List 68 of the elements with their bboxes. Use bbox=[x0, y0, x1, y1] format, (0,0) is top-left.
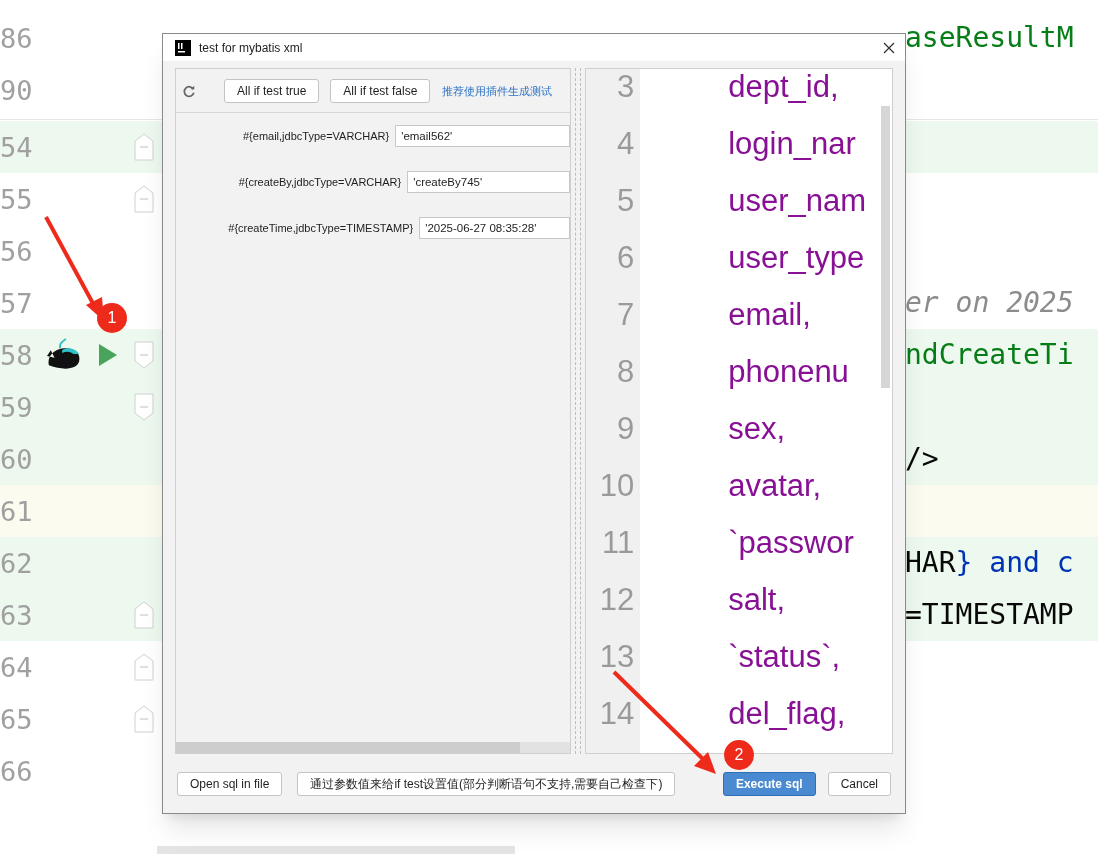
line-number: 56 bbox=[0, 237, 33, 265]
line-number: 63 bbox=[0, 601, 33, 629]
line-number: 8 bbox=[615, 354, 636, 392]
sql-text: `passwor bbox=[728, 525, 855, 563]
line-number: 61 bbox=[0, 497, 33, 525]
sql-text: user_nam bbox=[728, 183, 867, 221]
code-text: ndCreateTi bbox=[905, 337, 1074, 373]
run-icon[interactable] bbox=[98, 343, 118, 367]
dialog-title: test for mybatis xml bbox=[199, 39, 303, 57]
scrollbar[interactable] bbox=[157, 846, 515, 854]
code-text: aseResultM bbox=[905, 20, 1074, 56]
sql-text: dept_id, bbox=[728, 69, 840, 107]
fold-icon[interactable] bbox=[134, 393, 154, 421]
cancel-button[interactable]: Cancel bbox=[827, 771, 891, 796]
line-number: 66 bbox=[0, 757, 33, 785]
code-text: HAR bbox=[905, 545, 956, 581]
line-number: 55 bbox=[0, 185, 33, 213]
sql-text: sex, bbox=[728, 411, 787, 449]
line-number: 12 bbox=[598, 582, 636, 620]
parameter-field[interactable]: '2025-06-27 08:35:28' bbox=[419, 217, 571, 240]
line-number: 4 bbox=[615, 126, 636, 164]
code-text: } and c bbox=[955, 545, 1074, 581]
parameter-field[interactable]: 'email562' bbox=[395, 125, 571, 148]
plugin-link[interactable]: 推荐使用插件生成测试 bbox=[442, 82, 553, 100]
sql-text: salt, bbox=[728, 582, 787, 620]
parameter-label: #{email,jdbcType=VARCHAR} bbox=[242, 129, 390, 145]
line-number: 5 bbox=[615, 183, 636, 221]
parameter-field[interactable]: 'createBy745' bbox=[407, 171, 571, 194]
fold-icon[interactable] bbox=[134, 341, 154, 369]
line-number: 60 bbox=[0, 445, 33, 473]
line-number: 59 bbox=[0, 393, 33, 421]
toggle-button[interactable]: All if test false bbox=[330, 78, 431, 103]
line-number: 6 bbox=[615, 240, 636, 278]
sql-text: login_nar bbox=[728, 126, 857, 164]
scrollbar[interactable] bbox=[881, 106, 890, 389]
sql-text: avatar, bbox=[728, 468, 823, 506]
parameter-label: #{createTime,jdbcType=TIMESTAMP} bbox=[228, 221, 414, 237]
line-number: 11 bbox=[601, 525, 636, 563]
line-number: 10 bbox=[598, 468, 636, 506]
sql-text: phonenu bbox=[728, 354, 850, 392]
code-text: /> bbox=[905, 441, 939, 477]
toggle-button[interactable]: All if test true bbox=[224, 78, 320, 103]
line-number: 58 bbox=[0, 341, 33, 369]
line-number: 90 bbox=[0, 76, 33, 104]
line-number: 13 bbox=[598, 639, 636, 677]
line-number: 62 bbox=[0, 549, 33, 577]
footer-button[interactable]: 通过参数值来给if test设置值(部分判断语句不支持,需要自己检查下) bbox=[297, 771, 676, 796]
close-icon[interactable] bbox=[883, 41, 895, 54]
app-icon bbox=[175, 39, 191, 56]
line-number: 14 bbox=[598, 696, 636, 734]
execute-button[interactable]: Execute sql bbox=[722, 771, 816, 796]
sql-text: email, bbox=[728, 297, 812, 335]
parameter-label: #{createBy,jdbcType=VARCHAR} bbox=[238, 175, 402, 191]
line-number: 57 bbox=[0, 289, 33, 317]
line-number: 3 bbox=[615, 69, 636, 107]
sql-text: `status`, bbox=[728, 639, 842, 677]
line-number: 64 bbox=[0, 653, 33, 681]
line-number: 65 bbox=[0, 705, 33, 733]
line-number: 86 bbox=[0, 24, 33, 52]
scrollbar[interactable] bbox=[176, 742, 520, 754]
code-text: er on 2025 bbox=[905, 285, 1074, 321]
sql-text: user_type bbox=[728, 240, 866, 278]
line-number: 54 bbox=[0, 133, 33, 161]
code-text: =TIMESTAMP bbox=[905, 597, 1074, 633]
line-number: 9 bbox=[615, 411, 636, 449]
refresh-icon[interactable] bbox=[182, 83, 196, 98]
footer-button[interactable]: Open sql in file bbox=[177, 771, 283, 796]
line-number: 7 bbox=[615, 297, 636, 335]
